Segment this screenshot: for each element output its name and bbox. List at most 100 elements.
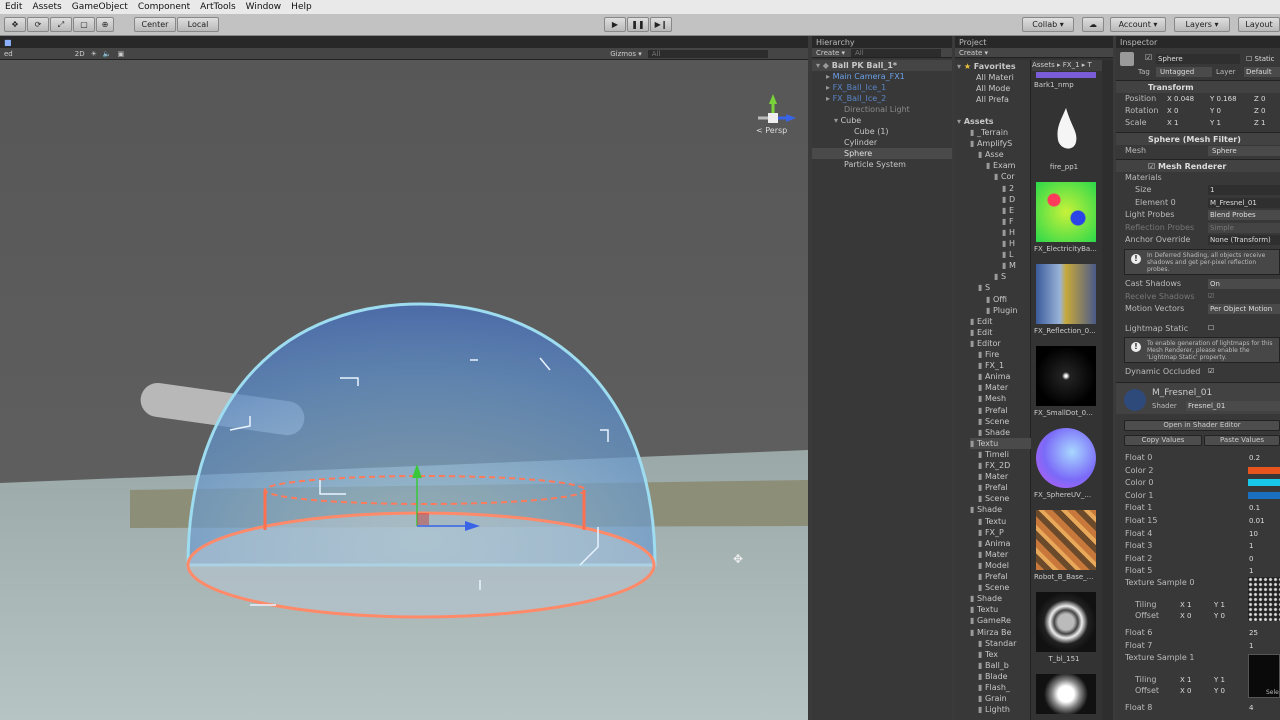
project-folder-item[interactable]: ▮ Edit (970, 316, 1031, 327)
material-prop-field[interactable]: 1 (1249, 541, 1253, 551)
audio-toggle-icon[interactable]: 🔈 (103, 50, 112, 58)
tiling-y-field[interactable]: Y 1 (1214, 600, 1225, 610)
project-folder-item[interactable]: ▮ Standar (978, 638, 1031, 649)
project-folder-item[interactable]: ▮ M (1002, 260, 1031, 271)
project-folder-item[interactable]: ▮ F (1002, 216, 1031, 227)
project-folder-item[interactable]: ▮ Timeli (978, 449, 1031, 460)
menu-arttools[interactable]: ArtTools (195, 0, 241, 14)
project-folder-item[interactable]: ▮ Prefal (978, 482, 1031, 493)
rect-tool-icon[interactable]: ▢ (73, 17, 95, 32)
scale-x-field[interactable]: X 1 (1167, 118, 1178, 128)
scale-tool-icon[interactable]: ⤢ (50, 17, 72, 32)
menu-assets[interactable]: Assets (27, 0, 66, 14)
project-folder-item[interactable]: ▮ Anima (978, 538, 1031, 549)
scale-z-field[interactable]: Z 1 (1254, 118, 1265, 128)
pivot-center-button[interactable]: Center (134, 17, 176, 32)
project-folder-item[interactable]: ▮ H (1002, 238, 1031, 249)
transform-tool-icon[interactable]: ⊕ (96, 17, 114, 32)
project-folder-item[interactable]: ▮ GameRe (970, 615, 1031, 626)
step-button[interactable]: ▶❙ (650, 17, 672, 32)
hierarchy-item[interactable]: ▸ FX_Ball_Ice_1 (826, 82, 950, 93)
hierarchy-tab[interactable]: Hierarchy (816, 38, 855, 47)
project-folder-item[interactable]: ▮ Tex (978, 649, 1031, 660)
favorite-item[interactable]: All Mode (976, 83, 1030, 94)
element0-field[interactable]: M_Fresnel_01 (1208, 198, 1280, 208)
project-folder-item[interactable]: ▮ Scene (978, 582, 1031, 593)
float-7-field[interactable]: 1 (1249, 641, 1253, 651)
scale-y-field[interactable]: Y 1 (1210, 118, 1221, 128)
tag-dropdown[interactable]: Untagged (1156, 67, 1212, 77)
project-folder-item[interactable]: ▮ Fire (978, 349, 1031, 360)
tiling-y-field[interactable]: Y 1 (1214, 675, 1225, 685)
material-prop-field[interactable]: 0.2 (1249, 453, 1260, 463)
material-prop-field[interactable]: 10 (1249, 529, 1258, 539)
hierarchy-create-button[interactable]: Create ▾ (816, 49, 845, 57)
project-folder-item[interactable]: ▮ FX_P (978, 527, 1031, 538)
project-folder-item[interactable]: ▮ Scene (978, 493, 1031, 504)
project-folder-item[interactable]: ▮ AmplifyS (970, 138, 1031, 149)
project-tab[interactable]: Project (959, 38, 986, 47)
anchor-override-field[interactable]: None (Transform) (1208, 235, 1280, 245)
open-shader-editor-button[interactable]: Open in Shader Editor (1124, 420, 1280, 431)
project-folder-item[interactable]: ▮ Mater (978, 549, 1031, 560)
float-8-field[interactable]: 4 (1249, 703, 1253, 713)
project-folder-item[interactable]: ▮ _Terrain (970, 127, 1031, 138)
project-folder-item[interactable]: ▮ Mesh (978, 393, 1031, 404)
project-folder-item[interactable]: ▮ Edit (970, 327, 1031, 338)
color-swatch[interactable] (1248, 491, 1280, 499)
lighting-toggle-icon[interactable]: ☀ (91, 50, 97, 58)
offset-x-field[interactable]: X 0 (1180, 686, 1191, 696)
thumb-fire[interactable] (1036, 100, 1096, 160)
mesh-renderer-header[interactable]: ☑ Mesh Renderer (1116, 159, 1280, 172)
project-folder-item[interactable]: ▮ Prefal (978, 571, 1031, 582)
thumb-small-dot[interactable] (1036, 346, 1096, 406)
reflection-probes-dropdown[interactable]: Simple (1208, 223, 1280, 233)
project-folder-item[interactable]: ▮ Asse (978, 149, 1031, 160)
play-button[interactable]: ▶ (604, 17, 626, 32)
offset-y-field[interactable]: Y 0 (1214, 686, 1225, 696)
material-prop-field[interactable]: 0.1 (1249, 503, 1260, 513)
hierarchy-item[interactable]: ▸ Main Camera_FX1 (826, 71, 950, 82)
project-folder-item[interactable]: ▮ Lighth (978, 704, 1031, 715)
project-folder-item[interactable]: ▮ Cor (994, 171, 1031, 182)
project-folder-item[interactable]: ▮ D (1002, 194, 1031, 205)
light-probes-dropdown[interactable]: Blend Probes (1208, 210, 1280, 220)
inspector-tab[interactable]: Inspector (1120, 38, 1157, 47)
scene-tab-indicator[interactable]: ■ (4, 38, 12, 47)
thumb-bark-nmp[interactable] (1036, 72, 1096, 78)
pivot-local-button[interactable]: Local (177, 17, 219, 32)
lightmap-static-checkbox[interactable]: ☐ (1208, 323, 1214, 333)
mode-2d-button[interactable]: 2D (75, 50, 85, 58)
active-checkbox[interactable]: ☑ (1145, 53, 1152, 62)
effects-toggle-icon[interactable]: ▣ (118, 50, 125, 58)
pause-button[interactable]: ❚❚ (627, 17, 649, 32)
float-6-field[interactable]: 25 (1249, 628, 1258, 638)
tiling-x-field[interactable]: X 1 (1180, 600, 1191, 610)
offset-x-field[interactable]: X 0 (1180, 611, 1191, 621)
color-swatch[interactable] (1248, 466, 1280, 474)
project-folder-item[interactable]: ▮ E (1002, 205, 1031, 216)
rotate-tool-icon[interactable]: ⟳ (27, 17, 49, 32)
select-texture-button[interactable]: Sele (1266, 688, 1279, 698)
account-dropdown[interactable]: Account ▾ (1110, 17, 1166, 32)
thumb-sphere-uv[interactable] (1036, 428, 1096, 488)
project-folder-item[interactable]: ▮ 2 (1002, 183, 1031, 194)
materials-label[interactable]: Materials (1125, 172, 1162, 183)
material-prop-field[interactable]: 0.01 (1249, 516, 1265, 526)
project-folder-item[interactable]: ▮ L (1002, 249, 1031, 260)
project-folder-item[interactable]: ▮ S (994, 271, 1031, 282)
thumb-electricity[interactable] (1036, 182, 1096, 242)
menu-edit[interactable]: Edit (0, 0, 27, 14)
project-folder-item[interactable]: ▮ FX_1 (978, 360, 1031, 371)
receive-shadows-checkbox[interactable]: ☑ (1208, 291, 1214, 301)
rotation-x-field[interactable]: X 0 (1167, 106, 1178, 116)
project-folder-item[interactable]: ▮ Scene (978, 416, 1031, 427)
dynamic-occluded-checkbox[interactable]: ☑ (1208, 366, 1214, 376)
thumb-reflection[interactable] (1036, 264, 1096, 324)
tiling-x-field[interactable]: X 1 (1180, 675, 1191, 685)
move-tool-icon[interactable]: ✥ (4, 17, 26, 32)
thumb-burst[interactable] (1036, 674, 1096, 714)
project-scrollbar[interactable] (1102, 60, 1113, 720)
project-folder-item[interactable]: ▮ Editor (970, 338, 1031, 349)
gizmo-plane-handle[interactable] (417, 513, 429, 525)
